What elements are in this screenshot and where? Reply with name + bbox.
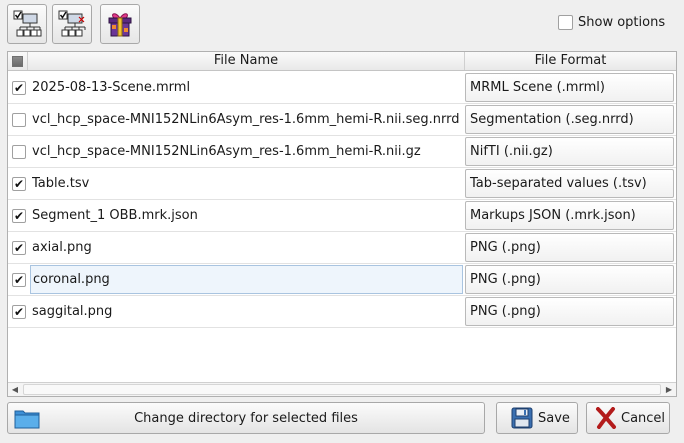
table-row[interactable]: vcl_hcp_space-MNI152NLin6Asym_res-1.6mm_… bbox=[8, 104, 676, 136]
table-row[interactable]: ✔ Table.tsv Tab-separated values (.tsv) bbox=[8, 168, 676, 200]
scroll-left-icon[interactable]: ◀ bbox=[8, 383, 22, 396]
change-directory-button[interactable]: Change directory for selected files bbox=[7, 402, 485, 434]
folder-icon bbox=[14, 410, 40, 429]
create-bundle-button[interactable] bbox=[100, 4, 140, 44]
row-checkbox[interactable]: ✔ bbox=[12, 273, 26, 287]
scroll-right-icon[interactable]: ▶ bbox=[662, 383, 676, 396]
file-format-combobox[interactable]: PNG (.png) bbox=[465, 265, 674, 294]
row-checkbox[interactable]: ✔ bbox=[12, 241, 26, 255]
column-header-file-name[interactable]: File Name bbox=[27, 52, 464, 70]
row-checkbox[interactable]: ✔ bbox=[12, 305, 26, 319]
row-checkbox[interactable]: ✔ bbox=[12, 209, 26, 223]
cancel-x-icon bbox=[596, 407, 616, 429]
file-format-combobox[interactable]: Markups JSON (.mrk.json) bbox=[465, 201, 674, 230]
file-name-cell[interactable]: vcl_hcp_space-MNI152NLin6Asym_res-1.6mm_… bbox=[32, 136, 464, 167]
file-name-cell[interactable]: saggital.png bbox=[32, 296, 464, 327]
save-button[interactable]: Save bbox=[496, 402, 578, 434]
file-name-editor[interactable]: coronal.png bbox=[30, 265, 463, 294]
show-options-checkbox[interactable] bbox=[558, 15, 573, 30]
table-row[interactable]: ✔ axial.png PNG (.png) bbox=[8, 232, 676, 264]
row-checkbox[interactable] bbox=[12, 113, 26, 127]
row-checkbox[interactable] bbox=[12, 145, 26, 159]
change-directory-label: Change directory for selected files bbox=[134, 410, 358, 426]
gift-box-icon bbox=[108, 13, 132, 37]
tree-modified-icon bbox=[58, 10, 86, 37]
show-options-label: Show options bbox=[578, 15, 666, 30]
row-checkbox[interactable]: ✔ bbox=[12, 81, 26, 95]
file-format-combobox[interactable]: NifTI (.nii.gz) bbox=[465, 137, 674, 166]
floppy-disk-icon bbox=[511, 407, 533, 429]
show-options-toggle[interactable]: Show options bbox=[558, 15, 665, 30]
tree-checked-icon bbox=[13, 10, 42, 37]
table-row[interactable]: ✔ 2025-08-13-Scene.mrml MRML Scene (.mrm… bbox=[8, 72, 676, 104]
table-row[interactable]: ✔ coronal.png PNG (.png) bbox=[8, 264, 676, 296]
file-format-combobox[interactable]: PNG (.png) bbox=[465, 297, 674, 326]
scrollbar-thumb[interactable] bbox=[23, 384, 661, 395]
cancel-label: Cancel bbox=[621, 410, 666, 426]
cancel-button[interactable]: Cancel bbox=[586, 402, 670, 434]
select-modified-button[interactable] bbox=[52, 4, 92, 44]
file-format-combobox[interactable]: Tab-separated values (.tsv) bbox=[465, 169, 674, 198]
file-name-cell[interactable]: vcl_hcp_space-MNI152NLin6Asym_res-1.6mm_… bbox=[32, 104, 464, 135]
file-name-cell[interactable]: Segment_1 OBB.mrk.json bbox=[32, 200, 464, 231]
file-format-combobox[interactable]: Segmentation (.seg.nrrd) bbox=[465, 105, 674, 134]
table-row[interactable]: ✔ saggital.png PNG (.png) bbox=[8, 296, 676, 328]
table-row[interactable]: vcl_hcp_space-MNI152NLin6Asym_res-1.6mm_… bbox=[8, 136, 676, 168]
files-table: File Name File Format ✔ 2025-08-13-Scene… bbox=[7, 51, 677, 397]
save-label: Save bbox=[538, 410, 570, 426]
table-row[interactable]: ✔ Segment_1 OBB.mrk.json Markups JSON (.… bbox=[8, 200, 676, 232]
select-all-checkbox[interactable] bbox=[8, 52, 27, 70]
column-header-file-format[interactable]: File Format bbox=[464, 52, 676, 70]
file-name-cell[interactable]: 2025-08-13-Scene.mrml bbox=[32, 72, 464, 103]
file-name-cell[interactable]: Table.tsv bbox=[32, 168, 464, 199]
select-data-button[interactable] bbox=[7, 4, 47, 44]
row-checkbox[interactable]: ✔ bbox=[12, 177, 26, 191]
table-header: File Name File Format bbox=[8, 52, 676, 71]
file-name-cell[interactable]: axial.png bbox=[32, 232, 464, 263]
file-format-combobox[interactable]: MRML Scene (.mrml) bbox=[465, 73, 674, 102]
horizontal-scrollbar[interactable]: ◀ ▶ bbox=[8, 382, 676, 396]
file-format-combobox[interactable]: PNG (.png) bbox=[465, 233, 674, 262]
